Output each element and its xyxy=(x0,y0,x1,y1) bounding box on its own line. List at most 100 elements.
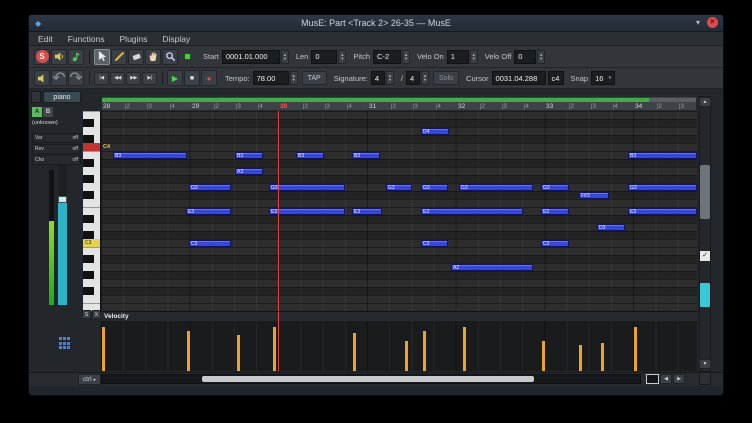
redo-button[interactable]: ↷ xyxy=(68,70,84,86)
note-g3[interactable]: G3 xyxy=(386,184,412,191)
volume-slider[interactable] xyxy=(58,165,67,305)
velocity-bar[interactable] xyxy=(463,327,466,371)
title-bar[interactable]: ◆ MusE: Part <Track 2> 26-35 — MusE ▾ × xyxy=(29,15,723,32)
horizontal-scrollbar[interactable] xyxy=(101,374,641,384)
piano-key-d3[interactable] xyxy=(83,223,101,231)
metronome-button[interactable] xyxy=(34,70,50,86)
controller-name[interactable]: Velocity xyxy=(104,313,129,320)
velocity-bar[interactable] xyxy=(579,345,582,371)
piano-key-fs2[interactable] xyxy=(83,287,101,295)
sig-num-stepper[interactable]: ▲▼ xyxy=(386,71,394,85)
velocity-bar[interactable] xyxy=(542,341,545,371)
velo-off-stepper[interactable]: ▲▼ xyxy=(537,50,545,64)
velocity-lane[interactable] xyxy=(101,321,697,371)
note-grid[interactable]: C4B3E3G3C3B3A3G3E3B3B3E3G3D4G3C3E3A2G3G3… xyxy=(101,111,697,311)
controller-lane-header[interactable]: Velocity xyxy=(101,311,697,321)
start-field[interactable]: 0001.01.000 xyxy=(222,50,280,64)
scroll-up-button[interactable]: ▲ xyxy=(699,97,711,107)
piano-key-cs4[interactable] xyxy=(83,135,101,143)
piano-key-e4[interactable] xyxy=(83,111,101,119)
scroll-down-button[interactable]: ▼ xyxy=(699,359,711,369)
note-g3[interactable]: G3 xyxy=(459,184,533,191)
tempo-stepper[interactable]: ▲▼ xyxy=(290,71,298,85)
record-button[interactable]: ● xyxy=(201,70,217,86)
pitch-field[interactable]: C-2 xyxy=(373,50,401,64)
note-d4[interactable]: D4 xyxy=(421,128,449,135)
piano-key-fs3[interactable] xyxy=(83,191,101,199)
piano-key-cs3[interactable] xyxy=(83,231,101,239)
piano-key-c3[interactable]: C3 xyxy=(83,239,101,247)
start-stepper[interactable]: ▲▼ xyxy=(281,50,289,64)
note-button[interactable] xyxy=(68,49,84,65)
signature-numerator-field[interactable]: 4 xyxy=(371,71,385,85)
track-a-button[interactable]: A xyxy=(32,107,42,117)
piano-key-b2[interactable] xyxy=(83,247,101,255)
note-g3[interactable]: G3 xyxy=(421,184,448,191)
note-a2[interactable]: A2 xyxy=(451,264,533,271)
pitch-stepper[interactable]: ▲▼ xyxy=(402,50,410,64)
shade-icon[interactable]: ▾ xyxy=(696,18,700,27)
len-field[interactable]: 0 xyxy=(311,50,337,64)
note-a3[interactable]: A3 xyxy=(235,168,263,175)
piano-key-b3[interactable] xyxy=(83,151,101,159)
pointer-tool-button[interactable] xyxy=(94,49,110,65)
velocity-bar[interactable] xyxy=(102,327,105,371)
solo-button[interactable]: Solo xyxy=(433,71,459,85)
note-b3[interactable]: B3 xyxy=(352,152,380,159)
zoom-tool-button[interactable] xyxy=(162,49,178,65)
note-c3[interactable]: C3 xyxy=(421,240,448,247)
velo-on-field[interactable]: 1 xyxy=(447,50,469,64)
menu-item-edit[interactable]: Edit xyxy=(38,34,53,44)
controller-close-button[interactable]: X xyxy=(92,310,101,319)
len-stepper[interactable]: ▲▼ xyxy=(338,50,346,64)
piano-key-gs3[interactable] xyxy=(83,175,101,183)
part-selector[interactable]: piano xyxy=(43,91,81,103)
piano-key-a2[interactable] xyxy=(83,263,101,271)
scroll-left-button[interactable]: ◀ xyxy=(660,374,672,384)
piano-key-f3[interactable] xyxy=(83,199,101,207)
velocity-bar[interactable] xyxy=(423,331,426,371)
velocity-bar[interactable] xyxy=(187,331,190,371)
close-button[interactable]: × xyxy=(707,17,718,28)
note-g3[interactable]: G3 xyxy=(541,184,569,191)
playhead-line[interactable] xyxy=(278,111,279,311)
note-e3[interactable]: E3 xyxy=(269,208,345,215)
note-e3[interactable]: E3 xyxy=(421,208,523,215)
note-g3[interactable]: G3 xyxy=(628,184,697,191)
rewind-button[interactable]: ◀◀ xyxy=(110,72,125,85)
send-row-var[interactable]: Varoff xyxy=(32,133,81,143)
velocity-bar[interactable] xyxy=(273,327,276,371)
play-button[interactable]: ▶ xyxy=(167,70,183,86)
velocity-bar[interactable] xyxy=(634,327,637,371)
piano-key-as3[interactable] xyxy=(83,159,101,167)
piano-key-c4[interactable] xyxy=(83,143,101,151)
note-c3[interactable]: C3 xyxy=(541,240,569,247)
velo-on-stepper[interactable]: ▲▼ xyxy=(470,50,478,64)
note-b3[interactable]: B3 xyxy=(296,152,324,159)
piano-key-f2[interactable] xyxy=(83,295,101,303)
velocity-bar[interactable] xyxy=(237,335,240,371)
note-g3[interactable]: G3 xyxy=(189,184,231,191)
send-row-rev[interactable]: Revoff xyxy=(32,144,81,154)
signature-denominator-field[interactable]: 4 xyxy=(406,71,420,85)
note-e3[interactable]: E3 xyxy=(541,208,569,215)
note-d3[interactable]: D3 xyxy=(597,224,625,231)
note-c3[interactable]: C3 xyxy=(189,240,231,247)
note-fs3[interactable]: F#3 xyxy=(579,192,609,199)
part-list-grip[interactable] xyxy=(31,91,41,103)
note-e3[interactable]: E3 xyxy=(186,208,231,215)
note-b3[interactable]: B3 xyxy=(113,152,187,159)
tempo-field[interactable]: 78.00 xyxy=(253,71,289,85)
velo-off-field[interactable]: 0 xyxy=(514,50,536,64)
skip-end-button[interactable]: ▶| xyxy=(142,72,157,85)
playhead-line[interactable] xyxy=(278,321,279,371)
note-b3[interactable]: B3 xyxy=(628,152,697,159)
piano-key-d4[interactable] xyxy=(83,127,101,135)
pencil-tool-button[interactable] xyxy=(111,49,127,65)
note-e3[interactable]: E3 xyxy=(628,208,697,215)
note-b3[interactable]: B3 xyxy=(235,152,263,159)
snap-dropdown[interactable]: 16▾ xyxy=(591,71,615,85)
forward-button[interactable]: ▶▶ xyxy=(126,72,141,85)
slider-handle[interactable] xyxy=(58,196,67,203)
ctrl-button[interactable]: ctrl▸ xyxy=(78,374,101,385)
